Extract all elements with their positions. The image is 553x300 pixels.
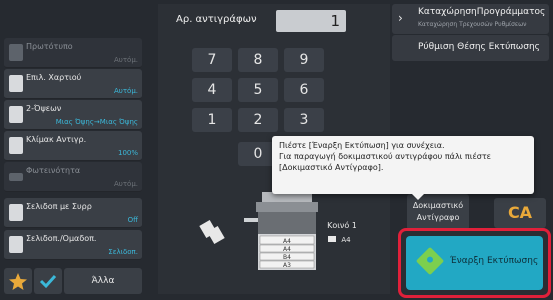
start-highlight-frame: Έναρξη Εκτύπωσης (398, 228, 551, 298)
sort-group-value: Σελιδοπ. (108, 248, 138, 256)
star-icon (9, 273, 27, 290)
offset-sort-value: Off (127, 216, 138, 224)
key-6[interactable]: 6 (284, 78, 324, 102)
key-9[interactable]: 9 (284, 48, 324, 72)
output-paper-size-icon (328, 236, 336, 242)
key-7[interactable]: 7 (192, 48, 232, 72)
output-paper-icon (199, 219, 225, 245)
store-program-button[interactable]: › ΚαταχώρησηΠρογράμματος Καταχώρηση Τρεχ… (392, 4, 549, 34)
paper-select-label: Επιλ. Χαρτιού (26, 73, 82, 82)
copies-input[interactable]: 1 (276, 10, 346, 32)
key-3[interactable]: 3 (284, 108, 324, 132)
more-button[interactable]: Άλλα (64, 268, 142, 294)
start-icon (415, 246, 445, 276)
print-position-button[interactable]: Ρύθμιση Θέσης Εκτύπωσης (392, 35, 549, 61)
duplex-icon (9, 106, 23, 123)
duplex-button[interactable]: 2-Όψεων Μιας Όψης→Μιας Όψης (4, 100, 142, 130)
duplex-label: 2-Όψεων (26, 104, 62, 113)
sort-group-icon (9, 236, 23, 253)
output-tray-label: Κοινό 1 (327, 220, 356, 230)
check-button[interactable] (34, 268, 62, 294)
key-1[interactable]: 1 (192, 108, 232, 132)
tooltip-line-3: [Δοκιμαστικό Αντίγραφο]. (279, 163, 384, 172)
sort-group-button[interactable]: Σελιδοπ./Ομαδοπ. Σελιδοπ. (4, 230, 142, 260)
key-4[interactable]: 4 (192, 78, 232, 102)
machine-output-tray (244, 218, 258, 222)
tooltip-line-1: Πιέστε [Έναρξη Εκτύπωση] για συνέχεια. (279, 141, 445, 150)
copies-label: Αρ. αντιγράφων (176, 14, 257, 25)
key-2[interactable]: 2 (238, 108, 278, 132)
tray-4-label: A3 (283, 262, 291, 269)
start-print-button[interactable]: Έναρξη Εκτύπωσης (406, 236, 543, 290)
bottom-bar: Άλλα (4, 268, 142, 294)
key-5[interactable]: 5 (238, 78, 278, 102)
paper-icon (9, 75, 23, 92)
exposure-value: Αυτόμ. (113, 180, 138, 188)
clear-all-button[interactable]: CA (494, 198, 546, 228)
copy-ratio-icon (9, 137, 23, 154)
original-value: Αυτόμ. (113, 56, 138, 64)
instruction-tooltip: Πιέστε [Έναρξη Εκτύπωση] για συνέχεια. Γ… (272, 136, 534, 200)
tray-3-label: B4 (283, 254, 291, 261)
tray-2-label: A4 (283, 246, 291, 253)
copy-ratio-value: 100% (117, 149, 138, 157)
exposure-button[interactable]: Φωτεινότητα Αυτόμ. (4, 162, 142, 192)
store-program-title: ΚαταχώρησηΠρογράμματος (418, 7, 546, 17)
offset-sort-icon (9, 204, 23, 221)
key-8[interactable]: 8 (238, 48, 278, 72)
machine-preview: A4 A4 B4 A3 Κοινό 1 A4 (199, 192, 356, 270)
paper-select-button[interactable]: Επιλ. Χαρτιού Αυτόμ. (4, 69, 142, 99)
paper-select-value: Αυτόμ. (113, 87, 138, 95)
start-print-label: Έναρξη Εκτύπωσης (450, 256, 539, 266)
checkmark-icon (39, 274, 57, 289)
print-position-label: Ρύθμιση Θέσης Εκτύπωσης (418, 42, 540, 52)
offset-sort-button[interactable]: Σελιδοπ με Συρρ Off (4, 198, 142, 228)
favorites-button[interactable] (4, 268, 32, 294)
machine-body (258, 212, 316, 234)
original-label: Πρωτότυπο (26, 42, 73, 51)
tray-1-label: A4 (283, 238, 291, 245)
copy-ratio-button[interactable]: Κλίμακ Αντιγρ. 100% (4, 131, 142, 161)
duplex-value: Μιας Όψης→Μιας Όψης (55, 118, 138, 126)
exposure-icon (9, 173, 23, 181)
original-icon (9, 44, 23, 61)
original-button[interactable]: Πρωτότυπο Αυτόμ. (4, 38, 142, 68)
tooltip-line-2: Για παραγωγή δοκιμαστικού αντιγράφου πάλ… (279, 152, 491, 161)
copy-ratio-label: Κλίμακ Αντιγρ. (26, 135, 87, 144)
store-program-subtitle: Καταχώρηση Τρεχουσών Ρυθμίσεων (418, 21, 527, 28)
copier-screen: Πρωτότυπο Αυτόμ. Επιλ. Χαρτιού Αυτόμ. 2-… (0, 0, 553, 300)
exposure-label: Φωτεινότητα (26, 166, 81, 175)
offset-sort-label: Σελιδοπ με Συρρ (26, 202, 92, 211)
settings-panel: Πρωτότυπο Αυτόμ. Επιλ. Χαρτιού Αυτόμ. 2-… (4, 38, 142, 266)
chevron-right-icon: › (398, 11, 403, 25)
machine-scanner (256, 202, 318, 212)
sort-group-label: Σελιδοπ./Ομαδοπ. (26, 234, 97, 243)
output-paper-size: A4 (341, 236, 351, 244)
